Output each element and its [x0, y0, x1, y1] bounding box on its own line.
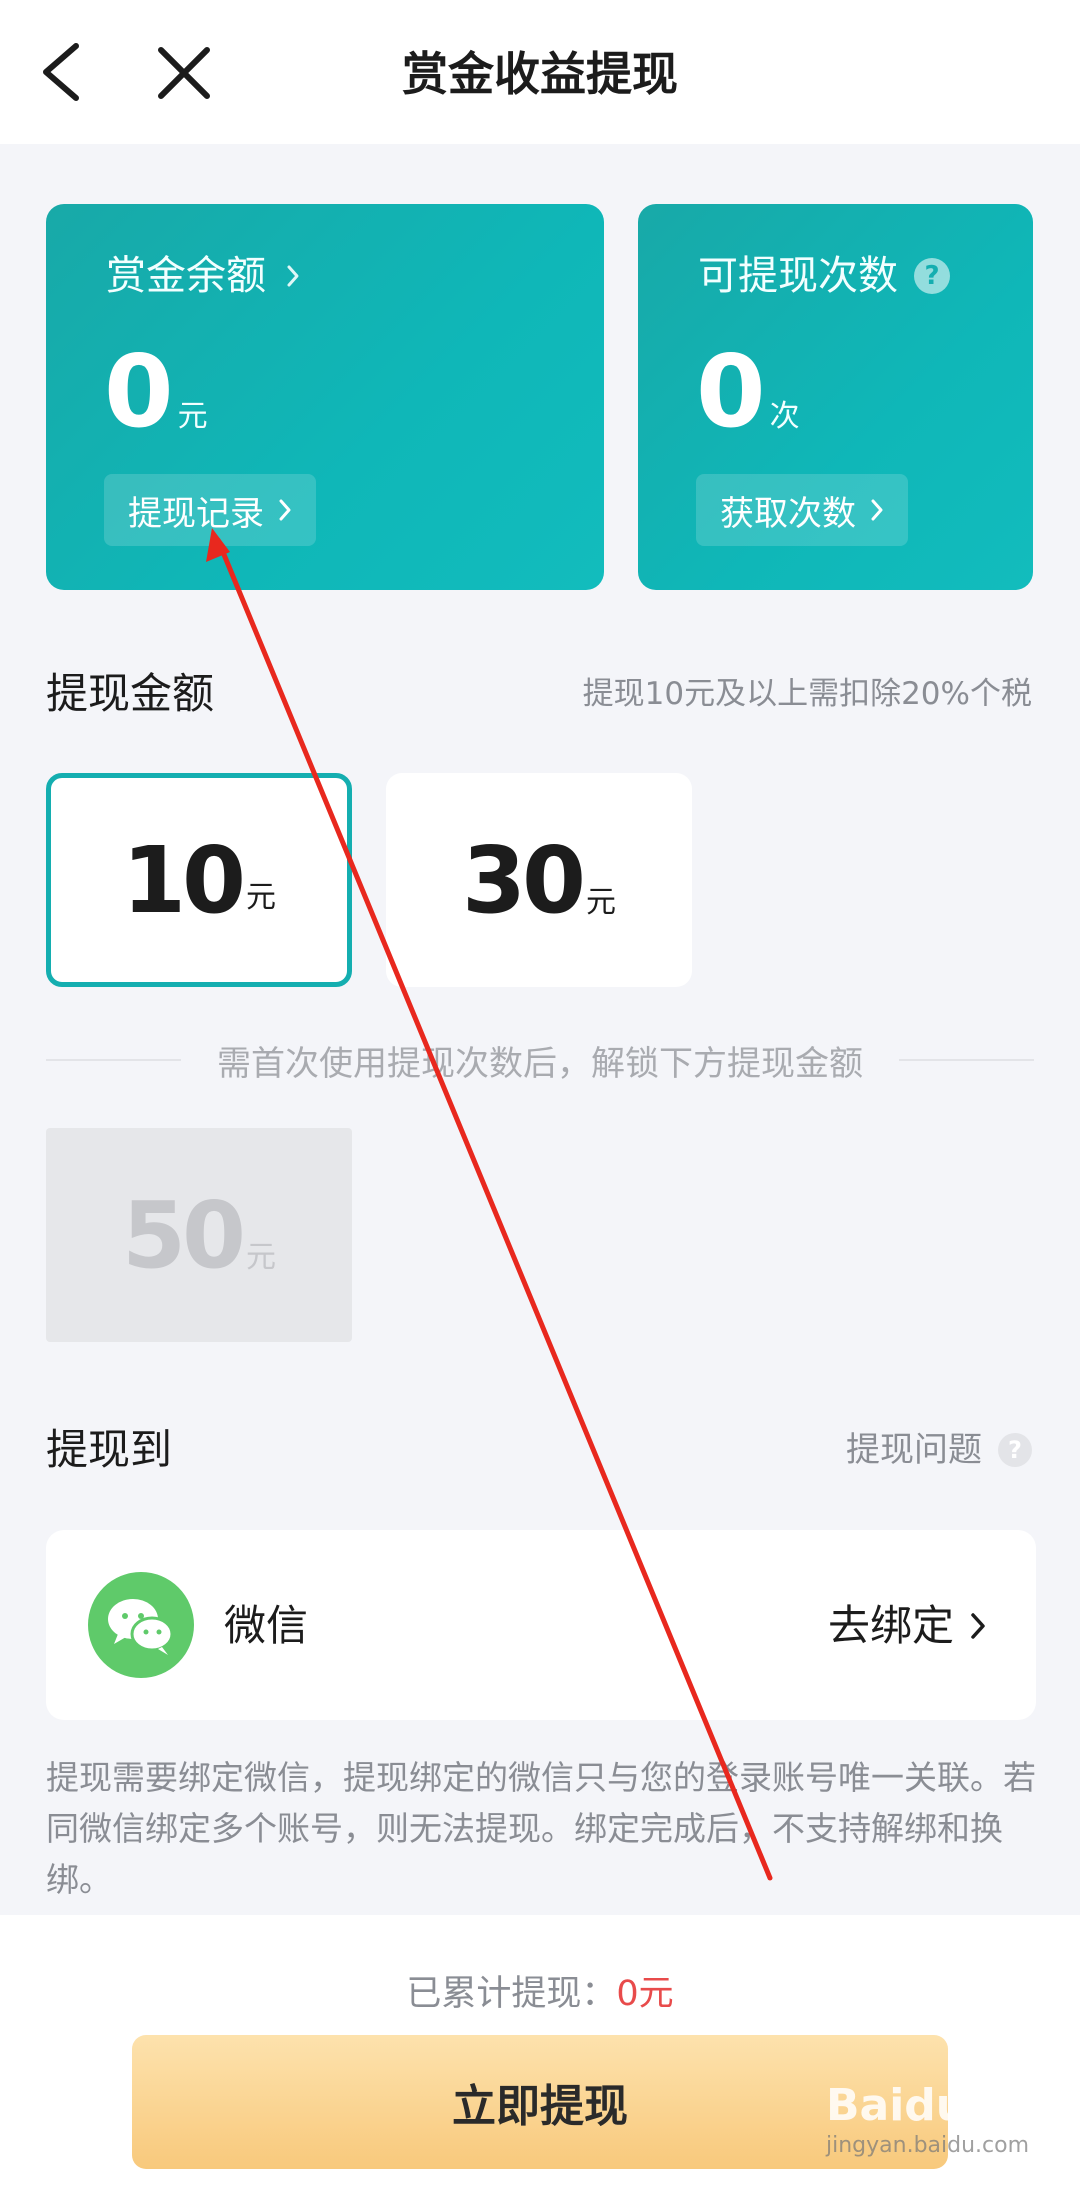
amount-option-value: 50 — [121, 1181, 246, 1289]
divider-line — [899, 1059, 1034, 1061]
question-mark-icon: ? — [998, 1433, 1032, 1467]
watermark-url: jingyan.baidu.com — [826, 2133, 1030, 2158]
wechat-channel-row[interactable]: 微信 去绑定 — [46, 1530, 1036, 1720]
destination-section-title: 提现到 — [46, 1425, 173, 1474]
amount-option-unit: 元 — [246, 880, 277, 915]
amount-option-unit: 元 — [586, 885, 617, 920]
amount-option-value: 10 — [121, 826, 246, 934]
binding-info-text: 提现需要绑定微信，提现绑定的微信只与您的登录账号唯一关联。若同微信绑定多个账号，… — [46, 1758, 1036, 1899]
withdraw-count-header: 可提现次数 ? — [698, 246, 950, 306]
withdraw-help-link[interactable]: 提现问题 ? — [846, 1420, 1032, 1480]
withdraw-help-label: 提现问题 — [846, 1430, 982, 1470]
unlock-divider: 需首次使用提现次数后，解锁下方提现金额 — [46, 1030, 1034, 1090]
baidu-jingyan-watermark: Baidu经验 jingyan.baidu.com — [826, 2080, 1056, 2190]
total-withdrawn-value: 0元 — [616, 1974, 674, 2014]
top-navigation-bar: 赏金收益提现 — [0, 0, 1080, 144]
amount-option-10[interactable]: 10 元 — [46, 773, 352, 987]
withdraw-count-card: 可提现次数 ? 0 次 获取次数 — [638, 204, 1033, 590]
total-withdrawn: 已累计提现：0元 — [0, 1969, 1080, 2019]
get-count-button[interactable]: 获取次数 — [696, 474, 908, 546]
bind-wechat-button[interactable]: 去绑定 — [828, 1596, 986, 1656]
bind-label: 去绑定 — [827, 1601, 954, 1650]
bounty-balance-number: 0 — [104, 333, 174, 450]
amount-option-50-locked: 50 元 — [46, 1128, 352, 1342]
wechat-bubbles-icon — [108, 1599, 174, 1655]
wechat-logo-icon — [88, 1572, 194, 1678]
amount-option-value: 30 — [461, 826, 586, 934]
total-withdrawn-label: 已累计提现： — [406, 1974, 617, 2014]
chevron-right-icon — [287, 265, 299, 287]
get-count-label: 获取次数 — [720, 493, 856, 534]
bounty-balance-unit: 元 — [177, 399, 208, 434]
tax-note: 提现10元及以上需扣除20%个税 — [582, 676, 1032, 712]
bounty-balance-label: 赏金余额 — [106, 253, 266, 299]
page-title: 赏金收益提现 — [402, 47, 678, 101]
watermark-brand: Baidu经验 — [826, 2080, 1056, 2131]
chevron-right-icon — [279, 499, 291, 521]
divider-line — [46, 1059, 181, 1061]
bounty-balance-value: 0 元 — [104, 332, 208, 452]
withdraw-count-label: 可提现次数 — [698, 253, 898, 299]
amount-option-unit: 元 — [246, 1240, 277, 1275]
withdraw-count-unit: 次 — [769, 399, 800, 434]
wechat-label: 微信 — [224, 1601, 309, 1650]
amount-option-30[interactable]: 30 元 — [386, 773, 692, 987]
chevron-right-icon — [971, 1613, 985, 1639]
withdraw-count-value: 0 次 — [696, 332, 800, 452]
bounty-balance-card: 赏金余额 0 元 提现记录 — [46, 204, 604, 590]
unlock-hint: 需首次使用提现次数后，解锁下方提现金额 — [217, 1043, 863, 1084]
amount-section-title: 提现金额 — [46, 669, 215, 718]
question-mark-icon[interactable]: ? — [914, 258, 950, 294]
bounty-balance-link[interactable]: 赏金余额 — [106, 246, 300, 306]
withdraw-count-number: 0 — [696, 333, 766, 450]
withdraw-record-button[interactable]: 提现记录 — [104, 474, 316, 546]
withdraw-record-label: 提现记录 — [128, 493, 264, 534]
chevron-right-icon — [871, 499, 883, 521]
